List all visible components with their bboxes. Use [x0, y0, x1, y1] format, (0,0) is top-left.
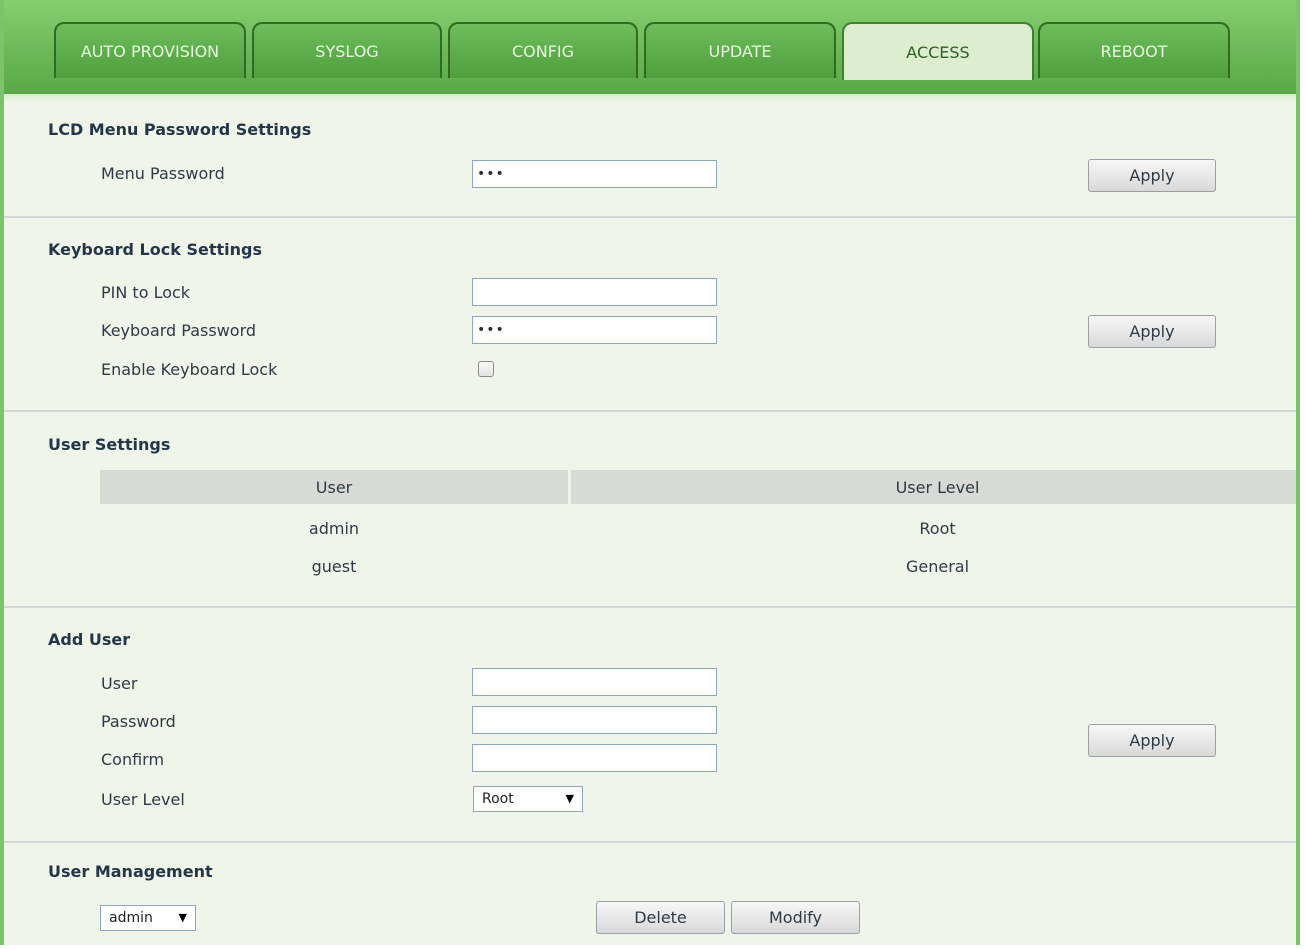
tab-access[interactable]: ACCESS [842, 22, 1034, 80]
tab-bar: AUTO PROVISION SYSLOG CONFIG UPDATE ACCE… [4, 0, 1296, 102]
access-page: AUTO PROVISION SYSLOG CONFIG UPDATE ACCE… [0, 0, 1300, 945]
user-column-header: User [100, 470, 568, 504]
table-cell-user-level: Root [919, 519, 956, 538]
menu-password-label: Menu Password [101, 164, 225, 183]
enable-keyboard-lock-label: Enable Keyboard Lock [101, 360, 278, 379]
section-divider [4, 410, 1296, 412]
add-user-level-label: User Level [101, 790, 185, 809]
add-user-password-label: Password [101, 712, 176, 731]
keyboard-password-label: Keyboard Password [101, 321, 257, 340]
keyboard-section-title: Keyboard Lock Settings [48, 240, 262, 259]
tab-syslog[interactable]: SYSLOG [252, 22, 442, 78]
enable-keyboard-lock-checkbox[interactable] [478, 361, 494, 377]
chevron-down-icon: ▼ [178, 911, 187, 924]
add-user-user-label: User [101, 674, 138, 693]
tab-update[interactable]: UPDATE [644, 22, 836, 78]
add-user-confirm-label: Confirm [101, 750, 165, 769]
user-management-select-value: admin [109, 910, 153, 926]
menu-password-field[interactable]: ••• [472, 160, 717, 188]
keyboard-apply-button[interactable]: Apply [1088, 315, 1216, 348]
table-cell-user: guest [311, 557, 357, 576]
lcd-section-title: LCD Menu Password Settings [48, 120, 312, 139]
user-management-title: User Management [48, 862, 213, 881]
add-user-title: Add User [48, 630, 131, 649]
table-cell-user-level: General [905, 557, 970, 576]
pin-to-lock-field[interactable] [472, 278, 717, 306]
section-divider [4, 841, 1296, 843]
lcd-apply-button[interactable]: Apply [1088, 159, 1216, 192]
user-management-select[interactable]: admin ▼ [100, 905, 196, 931]
tab-reboot[interactable]: REBOOT [1038, 22, 1230, 78]
add-user-password-field[interactable] [472, 706, 717, 734]
section-divider [4, 606, 1296, 608]
section-divider [4, 216, 1296, 218]
delete-button[interactable]: Delete [596, 901, 725, 934]
chevron-down-icon: ▼ [565, 792, 574, 805]
add-user-user-field[interactable] [472, 668, 717, 696]
pin-to-lock-label: PIN to Lock [101, 283, 191, 302]
add-user-apply-button[interactable]: Apply [1088, 724, 1216, 757]
tab-auto-provision[interactable]: AUTO PROVISION [54, 22, 246, 78]
user-level-column-header: User Level [571, 470, 1296, 504]
modify-button[interactable]: Modify [731, 901, 860, 934]
user-level-select-value: Root [482, 791, 514, 807]
keyboard-password-field[interactable]: ••• [472, 316, 717, 344]
tab-config[interactable]: CONFIG [448, 22, 638, 78]
user-level-select[interactable]: Root ▼ [473, 786, 583, 812]
table-cell-user: admin [308, 519, 360, 538]
add-user-confirm-field[interactable] [472, 744, 717, 772]
user-settings-title: User Settings [48, 435, 171, 454]
